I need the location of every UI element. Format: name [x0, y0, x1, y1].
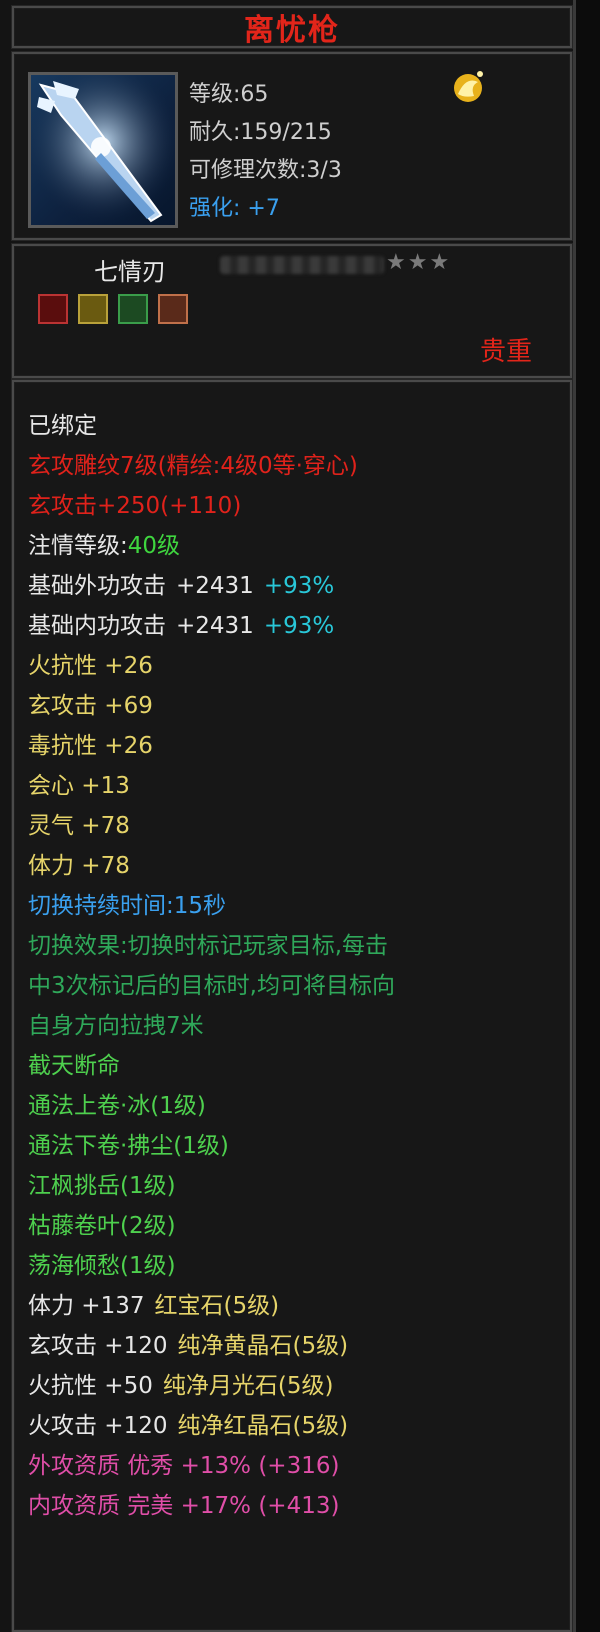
red-gem-icon — [38, 294, 68, 324]
attr-spirit: 灵气 +78 — [28, 813, 130, 839]
gem-name: 红宝石(5级) — [154, 1293, 280, 1319]
skill-line: 荡海倾愁(1级) — [28, 1253, 176, 1279]
attribute-panel: 已绑定 玄攻雕纹7级(精绘:4级0等·穿心) 玄攻击+250(+110) 注情等… — [12, 380, 572, 1632]
gem-stat: 体力 +137 — [28, 1293, 145, 1319]
yellow-gem-icon — [78, 294, 108, 324]
repair-count-text: 可修理次数:3/3 — [189, 158, 342, 183]
attr-xuan-attack: 玄攻击 +69 — [28, 693, 153, 719]
enhance-row: 强化: +7 — [189, 190, 280, 222]
gem-name: 纯净红晶石(5级) — [177, 1413, 349, 1439]
spear-icon — [28, 72, 178, 228]
set-panel: 七情刃 ★★★ 贵重 — [12, 244, 572, 378]
inner-attack-pct: +93% — [263, 613, 335, 639]
attr-critical: 会心 +13 — [28, 773, 130, 799]
outer-attack-value: +2431 — [176, 573, 254, 599]
bound-status: 已绑定 — [28, 413, 97, 439]
attr-stamina: 体力 +78 — [28, 853, 130, 879]
set-name: 七情刃 — [94, 258, 166, 286]
gem-stat: 玄攻击 +120 — [28, 1333, 168, 1359]
gold-gem-icon — [444, 64, 490, 110]
skill-line: 截天断命 — [28, 1053, 120, 1079]
outer-attack-row: 基础外功攻击 +2431 +93% — [28, 566, 334, 600]
zhuqing-row: 注情等级:40级 — [28, 526, 180, 560]
level-text: 等级:65 — [189, 82, 269, 107]
engraving-line: 玄攻雕纹7级(精绘:4级0等·穿心) — [28, 453, 358, 479]
zhuqing-value: 40级 — [127, 533, 181, 559]
orange-gem-icon — [158, 294, 188, 324]
attr-fire-resist: 火抗性 +26 — [28, 653, 153, 679]
switch-effect-line-3: 自身方向拉拽7米 — [28, 1013, 204, 1039]
skill-line: 通法上卷·冰(1级) — [28, 1093, 206, 1119]
item-header: 等级:65 耐久:159/215 可修理次数:3/3 强化: +7 — [12, 52, 572, 240]
inner-attack-row: 基础内功攻击 +2431 +93% — [28, 606, 334, 640]
outer-attack-label: 基础外功攻击 — [28, 573, 166, 599]
gem-stat: 火攻击 +120 — [28, 1413, 168, 1439]
xuan-attack-line: 玄攻击+250(+110) — [28, 493, 242, 519]
gem-stat-row: 玄攻击 +120 纯净黄晶石(5级) — [28, 1326, 348, 1360]
skill-line: 枯藤卷叶(2级) — [28, 1213, 176, 1239]
inner-quality-line: 内攻资质 完美 +17% (+413) — [28, 1493, 340, 1519]
outer-quality-line: 外攻资质 优秀 +13% (+316) — [28, 1453, 340, 1479]
zhuqing-label: 注情等级: — [28, 533, 128, 559]
inner-attack-value: +2431 — [176, 613, 254, 639]
item-tooltip: 离忧枪 等级:65 耐久:159/215 可修理次数:3/3 强化: +7 七情… — [0, 0, 576, 1632]
switch-effect-line-1: 切换效果:切换时标记玩家目标,每击 — [28, 933, 389, 959]
outer-attack-pct: +93% — [263, 573, 335, 599]
gem-stat-row: 火攻击 +120 纯净红晶石(5级) — [28, 1406, 348, 1440]
gem-stat: 火抗性 +50 — [28, 1373, 153, 1399]
attr-poison-resist: 毒抗性 +26 — [28, 733, 153, 759]
precious-label: 贵重 — [479, 337, 532, 367]
item-title: 离忧枪 — [244, 13, 340, 48]
switch-duration: 切换持续时间:15秒 — [28, 893, 227, 919]
green-gem-icon — [118, 294, 148, 324]
enhance-label: 强化: — [189, 196, 241, 221]
star-rating: ★★★ — [386, 250, 452, 275]
title-bar: 离忧枪 — [12, 6, 572, 48]
gem-name: 纯净黄晶石(5级) — [177, 1333, 349, 1359]
gem-name: 纯净月光石(5级) — [162, 1373, 334, 1399]
switch-effect-line-2: 中3次标记后的目标时,均可将目标向 — [28, 973, 395, 999]
gem-stat-row: 体力 +137 红宝石(5级) — [28, 1286, 279, 1320]
blurred-text — [220, 256, 384, 274]
gem-stat-row: 火抗性 +50 纯净月光石(5级) — [28, 1366, 333, 1400]
skill-line: 江枫挑岳(1级) — [28, 1173, 176, 1199]
enhance-value: +7 — [247, 196, 280, 221]
inner-attack-label: 基础内功攻击 — [28, 613, 166, 639]
skill-line: 通法下卷·拂尘(1级) — [28, 1133, 229, 1159]
durability-text: 耐久:159/215 — [189, 120, 332, 145]
